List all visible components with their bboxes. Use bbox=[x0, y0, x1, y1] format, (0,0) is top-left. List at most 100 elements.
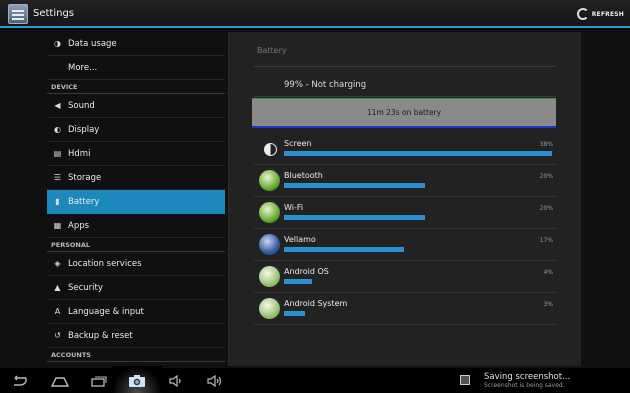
usage-name: Android System bbox=[284, 299, 348, 308]
usage-percent: 3% bbox=[543, 301, 553, 308]
home-button[interactable] bbox=[48, 371, 72, 390]
battery-graph-label: 11m 23s on battery bbox=[366, 108, 442, 117]
hdmi-icon: ▤ bbox=[53, 149, 62, 158]
apps-icon: ▦ bbox=[53, 221, 62, 230]
usage-row-bluetooth[interactable]: Bluetooth 20% bbox=[254, 165, 556, 197]
volume-up-button[interactable] bbox=[204, 371, 226, 390]
battery-history-graph[interactable]: 11m 23s on battery bbox=[252, 98, 556, 128]
usage-bar bbox=[284, 151, 552, 156]
sidebar-item-label: Backup & reset bbox=[68, 330, 133, 341]
usage-percent: 20% bbox=[539, 173, 553, 180]
usage-percent: 38% bbox=[539, 141, 553, 148]
action-bar: Settings REFRESH bbox=[0, 0, 630, 28]
usage-name: Wi-Fi bbox=[284, 203, 304, 212]
sidebar-item-more[interactable]: More... bbox=[47, 56, 225, 80]
sidebar-item-battery[interactable]: ▮ Battery bbox=[47, 190, 225, 214]
sidebar-item-apps[interactable]: ▦ Apps bbox=[47, 214, 225, 238]
notification-title: Saving screenshot... bbox=[484, 372, 571, 382]
usage-bar bbox=[284, 183, 425, 188]
usage-row-screen[interactable]: Screen 38% bbox=[254, 133, 556, 165]
sidebar-item-label: Language & input bbox=[68, 306, 144, 317]
usage-name: Screen bbox=[284, 139, 312, 148]
camera-icon bbox=[129, 374, 145, 387]
usage-row-vellamo[interactable]: Vellamo 17% bbox=[254, 229, 556, 261]
battery-usage-list: Screen 38% Bluetooth 20% Wi-Fi 20% Vellamo 17% A… bbox=[254, 133, 556, 325]
section-header-accounts: ACCOUNTS bbox=[47, 348, 225, 362]
sidebar-item-label: Display bbox=[68, 124, 100, 135]
sidebar-item-hdmi[interactable]: ▤ Hdmi bbox=[47, 142, 225, 166]
usage-row-wi-fi[interactable]: Wi-Fi 20% bbox=[254, 197, 556, 229]
sidebar-item-label: Apps bbox=[68, 220, 90, 231]
battery-status: 99% - Not charging bbox=[284, 80, 367, 90]
usage-name: Android OS bbox=[284, 267, 329, 276]
vellamo-app-icon bbox=[259, 234, 280, 255]
usage-percent: 4% bbox=[543, 269, 553, 276]
screenshot-button[interactable] bbox=[126, 371, 148, 390]
sidebar-item-language-input[interactable]: A Language & input bbox=[47, 300, 225, 324]
battery-title: Battery bbox=[257, 46, 287, 55]
usage-bar bbox=[284, 247, 404, 252]
storage-icon: ☰ bbox=[53, 173, 62, 182]
back-button[interactable] bbox=[8, 371, 30, 390]
sidebar-item-storage[interactable]: ☰ Storage bbox=[47, 166, 225, 190]
settings-sidebar: ◑ Data usage More... DEVICE ◀ Sound ◐ Display ▤ H… bbox=[47, 32, 225, 366]
usage-percent: 20% bbox=[539, 205, 553, 212]
sidebar-item-display[interactable]: ◐ Display bbox=[47, 118, 225, 142]
sidebar-item-data-usage[interactable]: ◑ Data usage bbox=[47, 32, 225, 56]
app-title: Settings bbox=[33, 8, 75, 19]
refresh-button[interactable]: REFRESH bbox=[576, 6, 624, 22]
sidebar-item-backup-reset[interactable]: ↺ Backup & reset bbox=[47, 324, 225, 348]
usage-bar bbox=[284, 215, 425, 220]
sidebar-item-sound[interactable]: ◀ Sound bbox=[47, 94, 225, 118]
usage-row-android-system[interactable]: Android System 3% bbox=[254, 293, 556, 325]
screen-icon bbox=[259, 138, 280, 159]
usage-row-android-os[interactable]: Android OS 4% bbox=[254, 261, 556, 293]
home-icon bbox=[50, 376, 70, 387]
navigation-bar: Saving screenshot... Screenshot is being… bbox=[0, 366, 630, 393]
backup-icon: ↺ bbox=[54, 331, 61, 340]
speaker-icon: ◀ bbox=[54, 101, 61, 110]
screenshot-notification[interactable]: Saving screenshot... Screenshot is being… bbox=[458, 370, 628, 391]
section-header-personal: PERSONAL bbox=[47, 238, 225, 252]
sidebar-item-label: Security bbox=[68, 282, 103, 293]
android-system-icon bbox=[259, 298, 280, 319]
volume-up-icon bbox=[207, 374, 222, 387]
volume-down-icon bbox=[169, 374, 181, 387]
sidebar-item-label: More... bbox=[68, 62, 98, 73]
data-usage-icon: ◑ bbox=[54, 39, 61, 48]
back-icon bbox=[14, 375, 27, 386]
battery-icon: ▮ bbox=[55, 197, 60, 206]
divider bbox=[254, 96, 556, 97]
image-icon bbox=[460, 375, 470, 385]
sidebar-item-location-services[interactable]: ◈ Location services bbox=[47, 252, 225, 276]
sidebar-item-label: Sound bbox=[68, 100, 95, 111]
recent-apps-icon bbox=[91, 376, 107, 387]
usage-bar bbox=[284, 279, 312, 284]
lock-icon: ▲ bbox=[54, 283, 61, 292]
volume-down-button[interactable] bbox=[165, 371, 187, 390]
recent-apps-button[interactable] bbox=[88, 371, 110, 390]
sidebar-item-security[interactable]: ▲ Security bbox=[47, 276, 225, 300]
sidebar-item-label: Storage bbox=[68, 172, 102, 183]
divider bbox=[254, 66, 556, 67]
notification-subtitle: Screenshot is being saved. bbox=[484, 382, 565, 389]
refresh-icon bbox=[576, 8, 589, 20]
keyboard-icon: A bbox=[54, 307, 61, 316]
usage-name: Vellamo bbox=[284, 235, 316, 244]
main-panel: ◑ Data usage More... DEVICE ◀ Sound ◐ Display ▤ H… bbox=[0, 30, 630, 368]
usage-name: Bluetooth bbox=[284, 171, 323, 180]
settings-app-icon[interactable] bbox=[8, 4, 28, 24]
refresh-label: REFRESH bbox=[591, 10, 624, 18]
usage-bar bbox=[284, 311, 305, 316]
bluetooth-icon bbox=[259, 170, 280, 191]
sidebar-item-label: Data usage bbox=[68, 38, 117, 49]
sidebar-item-label: Hdmi bbox=[68, 148, 91, 159]
section-header-device: DEVICE bbox=[47, 80, 225, 94]
battery-panel: Battery 99% - Not charging 11m 23s on ba… bbox=[228, 32, 581, 366]
sidebar-item-label: Battery bbox=[68, 196, 100, 207]
display-icon: ◐ bbox=[54, 125, 61, 134]
wifi-icon bbox=[259, 202, 280, 223]
usage-percent: 17% bbox=[539, 237, 553, 244]
android-os-icon bbox=[259, 266, 280, 287]
sidebar-item-label: Location services bbox=[68, 258, 142, 269]
